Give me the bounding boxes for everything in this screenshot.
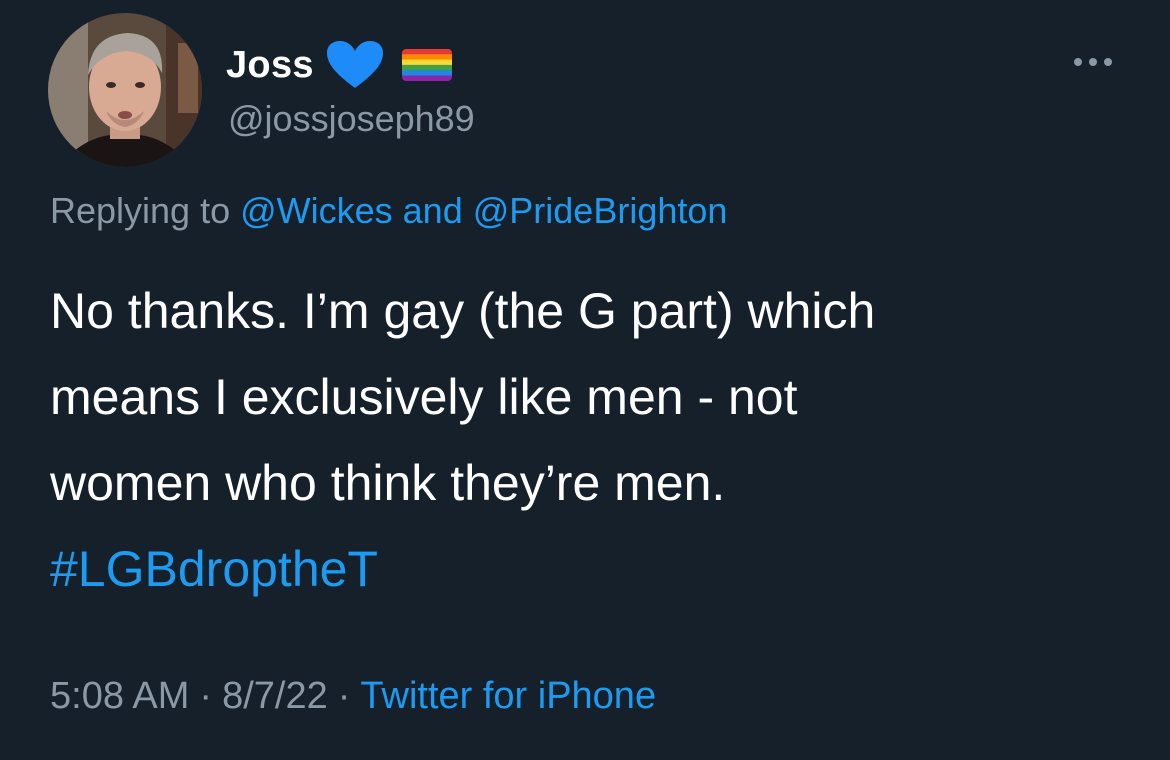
display-name[interactable]: Joss [226,44,314,87]
tweet-time[interactable]: 5:08 AM [50,675,189,717]
blue-heart-icon [326,41,383,88]
replying-to: Replying to @Wickes and @PrideBrighton [50,190,727,232]
tweet-text-line: means I exclusively like men - not [50,369,798,425]
author-name-row[interactable]: Joss [226,40,452,90]
mention-wickes[interactable]: @Wickes [240,190,393,231]
meta-separator: · [337,675,351,717]
tweet-card: Joss @jossjoseph89 Replying to @Wickes a… [0,0,1170,760]
tweet-text-line: No thanks. I’m gay (the G part) which [50,283,876,339]
meta-separator: · [199,675,213,717]
tweet-body: No thanks. I’m gay (the G part) which me… [50,268,1130,612]
avatar[interactable] [48,13,202,167]
tweet-text-line: women who think they’re men. [50,455,726,511]
replying-conjunction[interactable]: and [393,190,473,231]
more-options-icon[interactable] [1070,54,1116,70]
mention-pridebrighton[interactable]: @PrideBrighton [473,190,728,231]
hashtag-link[interactable]: #LGBdroptheT [50,526,1130,612]
author-handle[interactable]: @jossjoseph89 [228,98,475,140]
replying-prefix: Replying to [50,190,241,231]
tweet-meta: 5:08 AM · 8/7/22 · Twitter for iPhone [50,675,656,718]
tweet-date[interactable]: 8/7/22 [222,675,328,717]
rainbow-flag-icon [401,49,452,81]
avatar-image [48,13,202,167]
tweet-source[interactable]: Twitter for iPhone [360,675,656,717]
